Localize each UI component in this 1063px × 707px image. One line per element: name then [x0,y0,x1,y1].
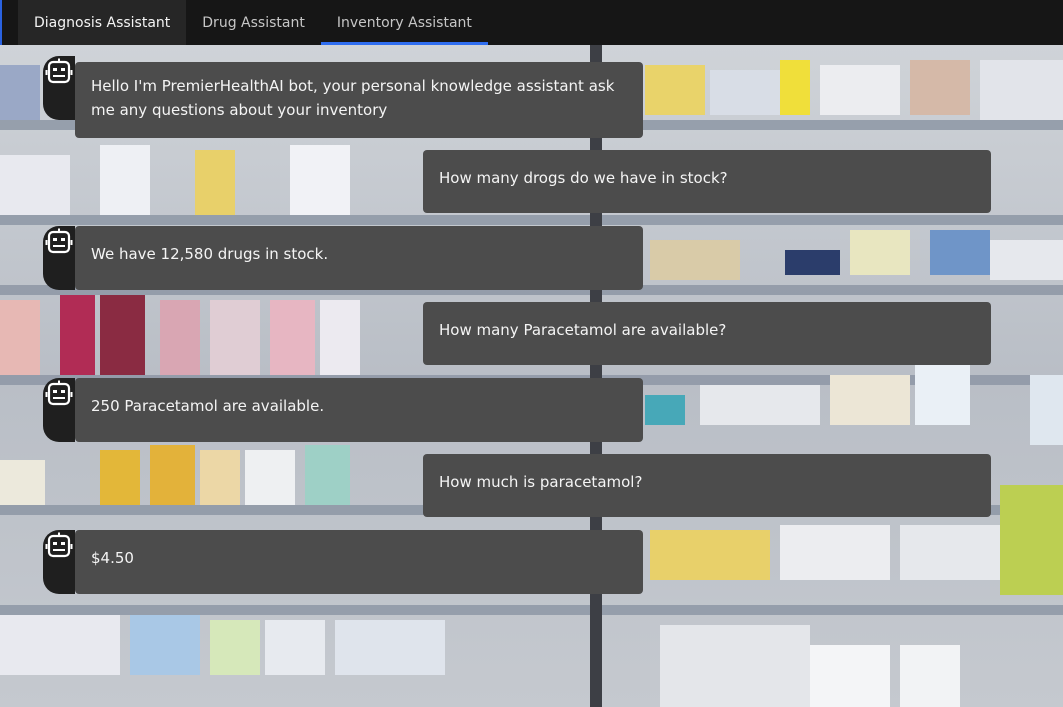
bot-message: Hello I'm PremierHealthAI bot, your pers… [75,62,643,138]
bot-message: 250 Paracetamol are available. [75,378,643,442]
tab-bar: Diagnosis Assistant Drug Assistant Inven… [0,0,1063,45]
bot-avatar [43,56,75,120]
robot-face-icon [45,58,73,84]
tab-bar-edge [0,0,2,45]
tab-drug-assistant[interactable]: Drug Assistant [186,0,321,45]
bot-avatar [43,530,75,594]
tab-inventory-assistant[interactable]: Inventory Assistant [320,0,488,45]
bot-avatar [43,378,75,442]
bot-message: $4.50 [75,530,643,594]
robot-face-icon [45,532,73,558]
user-message: How much is paracetamol? [423,454,991,517]
user-message: How many Paracetamol are available? [423,302,991,365]
pharmacy-background-image [0,45,1063,707]
robot-face-icon [45,228,73,254]
robot-face-icon [45,380,73,406]
user-message: How many drogs do we have in stock? [423,150,991,213]
tab-diagnosis-assistant[interactable]: Diagnosis Assistant [18,0,187,45]
bot-avatar [43,226,75,290]
bot-message: We have 12,580 drugs in stock. [75,226,643,290]
